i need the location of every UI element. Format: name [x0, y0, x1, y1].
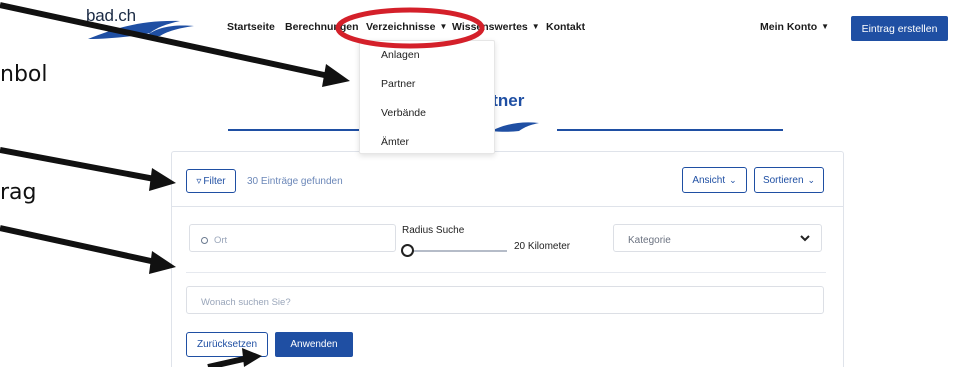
chevron-down-icon: ▼ [439, 22, 448, 31]
filter-button-label: Filter [203, 175, 226, 187]
category-select-label: Kategorie [628, 235, 671, 246]
filter-separator [186, 272, 826, 273]
filter-card: ▿ Filter 30 Einträge gefunden Ansicht ⌄ … [171, 151, 844, 367]
card-divider [172, 206, 843, 207]
title-wave-icon [491, 122, 539, 132]
search-input[interactable]: Wonach suchen Sie? [186, 286, 824, 314]
filter-button[interactable]: ▿ Filter [186, 169, 236, 193]
site-logo[interactable]: bad.ch [86, 6, 196, 42]
location-input[interactable]: Ort [189, 224, 396, 252]
account-menu-label: Mein Konto [760, 21, 818, 33]
radius-value: 20 Kilometer [514, 241, 571, 252]
results-count: 30 Einträge gefunden [247, 176, 343, 187]
title-rule-right [557, 129, 783, 131]
radius-slider-thumb[interactable] [401, 244, 414, 257]
radius-slider-track[interactable] [403, 250, 507, 252]
dropdown-item-aemter[interactable]: Ämter [381, 136, 409, 148]
logo-text: bad.ch [86, 6, 136, 25]
search-placeholder: Wonach suchen Sie? [201, 297, 291, 308]
chevron-down-icon: ⌄ [729, 174, 737, 185]
arrow-icon [0, 225, 176, 274]
view-dropdown-label: Ansicht [692, 174, 726, 186]
chevron-down-icon: ▼ [821, 22, 830, 31]
annotation-text-2: rag [0, 180, 37, 205]
chevron-down-icon [800, 235, 810, 242]
account-menu[interactable]: Mein Konto ▼ [760, 21, 829, 33]
apply-button[interactable]: Anwenden [275, 332, 353, 357]
sort-dropdown-label: Sortieren [762, 174, 804, 186]
dropdown-item-partner[interactable]: Partner [381, 78, 415, 90]
nav-item-wissenswertes[interactable]: Wissenswertes ▼ [452, 21, 540, 33]
location-circle-icon [201, 237, 208, 244]
nav-item-wissenswertes-label: Wissenswertes [452, 21, 528, 33]
reset-button[interactable]: Zurücksetzen [186, 332, 268, 357]
nav-item-verzeichnisse[interactable]: Verzeichnisse ▼ [366, 21, 447, 33]
radius-label: Radius Suche [402, 225, 465, 236]
dropdown-item-anlagen[interactable]: Anlagen [381, 49, 420, 61]
view-dropdown[interactable]: Ansicht ⌄ [682, 167, 747, 193]
chevron-down-icon: ⌄ [807, 174, 816, 185]
location-placeholder: Ort [214, 235, 228, 246]
category-select[interactable]: Kategorie [613, 224, 822, 252]
filter-icon: ▿ [196, 175, 202, 187]
sort-dropdown[interactable]: Sortieren ⌄ [754, 167, 824, 193]
verzeichnisse-dropdown-menu: Anlagen Partner Verbände Ämter [359, 40, 495, 154]
chevron-down-icon: ▼ [531, 22, 540, 31]
create-entry-button[interactable]: Eintrag erstellen [851, 16, 948, 41]
nav-item-startseite[interactable]: Startseite [227, 21, 275, 33]
dropdown-item-verbaende[interactable]: Verbände [381, 107, 426, 119]
annotation-text-1: nbol [0, 62, 48, 87]
nav-item-verzeichnisse-label: Verzeichnisse [366, 21, 436, 33]
nav-item-kontakt[interactable]: Kontakt [546, 21, 585, 33]
nav-item-berechnungen[interactable]: Berechnungen [285, 21, 359, 33]
